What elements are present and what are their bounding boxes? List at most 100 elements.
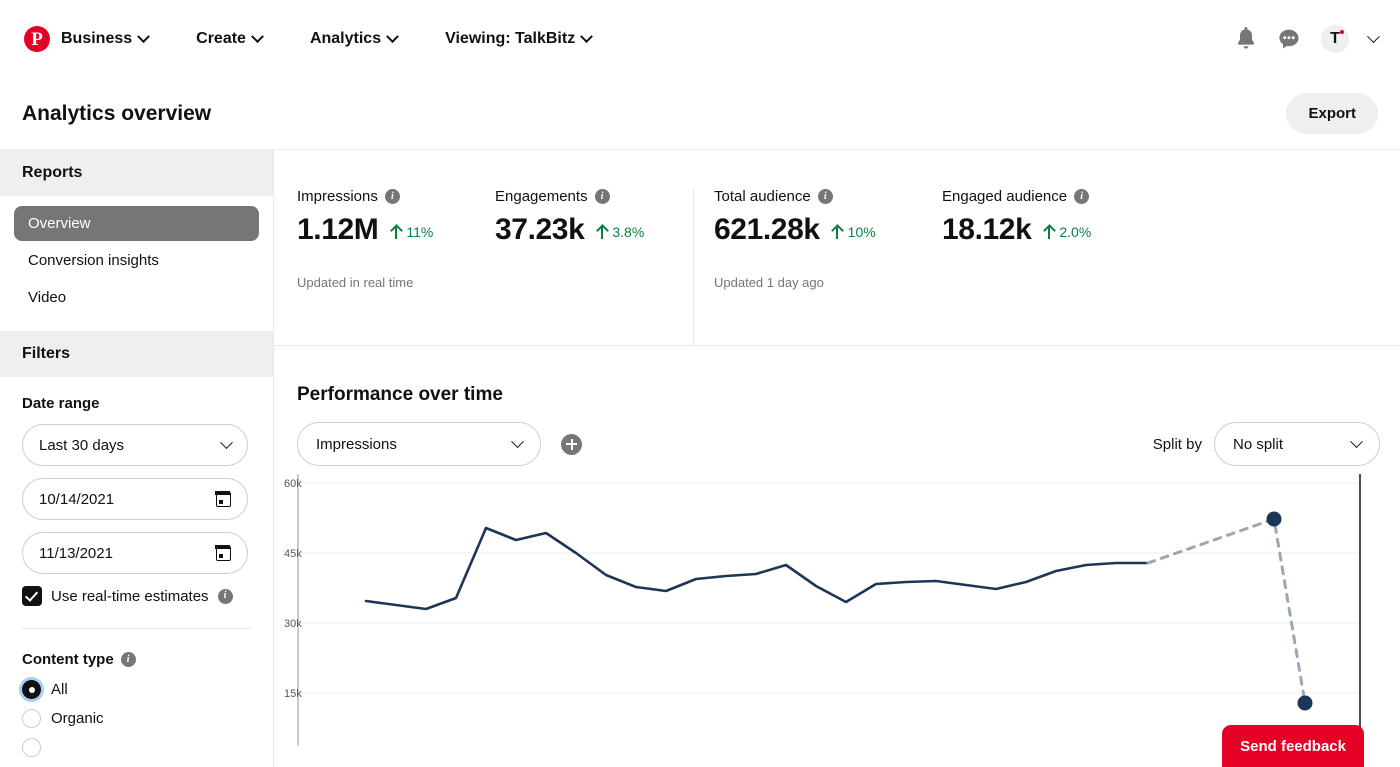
date-range-preset-select[interactable]: Last 30 days (22, 424, 248, 466)
metric-impressions-label: Impressions (297, 188, 378, 205)
metric-impressions-delta: 11% (390, 224, 433, 240)
chevron-down-icon (251, 29, 264, 43)
split-by-label: Split by (1152, 435, 1202, 453)
metric-total-audience-label-row: Total audience i (714, 188, 942, 205)
chart-title: Performance over time (297, 384, 503, 405)
calendar-icon (215, 490, 231, 507)
avatar-initial: T (1330, 30, 1340, 47)
nav-item-business[interactable]: Business (61, 29, 151, 48)
split-by-value: No split (1233, 435, 1284, 453)
metric-impressions-value-row: 1.12M 11% (297, 213, 495, 247)
y-tick-60k: 60k (284, 478, 302, 490)
metric-engagements-label: Engagements (495, 188, 588, 205)
metrics-group-realtime-updated: Updated in real time (297, 275, 414, 290)
y-axis-tick-labels: 60k 45k 30k 15k (284, 478, 302, 700)
arrow-up-icon (596, 225, 607, 239)
export-button[interactable]: Export (1286, 93, 1378, 134)
metric-engaged-audience-delta-value: 2.0% (1059, 224, 1092, 240)
sidebar: Reports Overview Conversion insights Vid… (0, 150, 274, 767)
chevron-down-icon (137, 29, 151, 43)
metric-impressions-delta-value: 11% (406, 224, 434, 240)
metric-engaged-audience-delta: 2.0% (1043, 224, 1091, 240)
chart-metric-select-value: Impressions (316, 435, 397, 453)
top-navigation-bar: P Business Create Analytics Viewing: Tal… (0, 0, 1400, 78)
bell-icon[interactable] (1235, 27, 1257, 51)
split-by-select[interactable]: No split (1214, 422, 1380, 466)
avatar-notification-dot-icon (1340, 30, 1344, 34)
metric-impressions-value: 1.12M (297, 213, 379, 246)
metric-engagements-value-row: 37.23k 3.8% (495, 213, 693, 247)
projected-dashed-line (1146, 516, 1307, 705)
metric-engaged-audience-label: Engaged audience (942, 188, 1068, 205)
end-date-value: 11/13/2021 (39, 544, 113, 562)
end-date-input[interactable]: 11/13/2021 (22, 532, 248, 574)
sidebar-item-overview-label: Overview (28, 215, 91, 232)
nav-item-viewing-label: Viewing: TalkBitz (445, 30, 576, 47)
content-type-label-row: Content type i (22, 651, 251, 668)
impressions-line-series (364, 526, 1150, 611)
metric-engaged-audience-label-row: Engaged audience i (942, 188, 1170, 205)
metrics-group-realtime: Impressions i 1.12M 11% Updated in real … (274, 188, 693, 345)
analytics-overview-page: P Business Create Analytics Viewing: Tal… (0, 0, 1400, 767)
realtime-estimates-row: Use real-time estimates i (22, 586, 251, 606)
nav-item-business-label: Business (61, 30, 133, 47)
y-tick-30k: 30k (284, 618, 302, 630)
start-date-input[interactable]: 10/14/2021 (22, 478, 248, 520)
start-date-value: 10/14/2021 (39, 490, 115, 508)
send-feedback-button[interactable]: Send feedback (1222, 725, 1364, 767)
radio-organic[interactable] (22, 709, 41, 728)
chevron-down-icon (220, 435, 233, 449)
info-icon[interactable]: i (1074, 189, 1090, 204)
content-type-radio-group: All Organic (22, 680, 251, 757)
y-tick-15k: 15k (284, 688, 302, 700)
radio-all[interactable] (22, 680, 41, 699)
content-type-option-all[interactable]: All (22, 680, 251, 699)
projection-point-low[interactable] (1297, 695, 1313, 711)
metric-engagements-value: 37.23k (495, 213, 585, 246)
speech-bubble-icon[interactable] (1277, 27, 1301, 51)
info-icon[interactable]: i (120, 652, 136, 667)
info-icon[interactable]: i (217, 588, 233, 604)
page-title: Analytics overview (22, 101, 212, 125)
arrow-up-icon (832, 225, 843, 239)
add-metric-button[interactable] (561, 433, 582, 455)
nav-item-create[interactable]: Create (196, 29, 264, 48)
projection-point-high[interactable] (1266, 511, 1282, 527)
nav-item-viewing-account[interactable]: Viewing: TalkBitz (445, 29, 594, 48)
metric-total-audience-label: Total audience (714, 188, 811, 205)
sidebar-item-overview[interactable]: Overview (14, 206, 259, 241)
metric-total-audience-value-row: 621.28k 10% (714, 213, 942, 247)
sidebar-item-conversion-insights[interactable]: Conversion insights (14, 243, 259, 278)
metric-engagements-label-row: Engagements i (495, 188, 693, 205)
metric-total-audience-value: 621.28k (714, 213, 820, 246)
info-icon[interactable]: i (384, 189, 400, 204)
avatar[interactable]: T (1321, 25, 1349, 53)
content-type-option-all-label: All (51, 681, 68, 698)
pinterest-logo-icon[interactable]: P (24, 26, 50, 52)
chart-controls: Impressions Split by No split (274, 406, 1400, 466)
info-icon[interactable]: i (594, 189, 610, 204)
metric-total-audience-delta: 10% (832, 224, 876, 240)
filters-body: Date range Last 30 days 10/14/2021 11/13… (0, 377, 273, 757)
performance-line-chart[interactable]: 60k 45k 30k 15k (274, 474, 1400, 754)
chart-metric-select[interactable]: Impressions (297, 422, 541, 466)
metric-impressions-label-row: Impressions i (297, 188, 495, 205)
arrow-up-icon (1043, 225, 1054, 239)
content-type-option-organic[interactable]: Organic (22, 709, 251, 728)
chevron-down-icon (386, 29, 399, 43)
sidebar-filters-heading: Filters (0, 331, 273, 377)
realtime-estimates-checkbox[interactable] (22, 586, 42, 606)
content-type-option-clipped[interactable] (22, 738, 251, 757)
arrow-up-icon (390, 225, 401, 239)
sidebar-reports-list: Overview Conversion insights Video (0, 196, 273, 331)
metric-total-audience-delta-value: 10% (847, 224, 876, 240)
metric-engagements-delta-value: 3.8% (612, 224, 645, 240)
nav-item-analytics-label: Analytics (309, 30, 382, 47)
nav-item-analytics[interactable]: Analytics (309, 29, 399, 48)
radio-clipped[interactable] (22, 738, 41, 757)
chart-plot-area[interactable]: 60k 45k 30k 15k (274, 474, 1400, 754)
info-icon[interactable]: i (817, 189, 833, 204)
sidebar-item-video[interactable]: Video (14, 280, 259, 315)
nav-item-create-label: Create (196, 30, 246, 47)
account-menu-chevron-down-icon[interactable] (1367, 29, 1380, 44)
